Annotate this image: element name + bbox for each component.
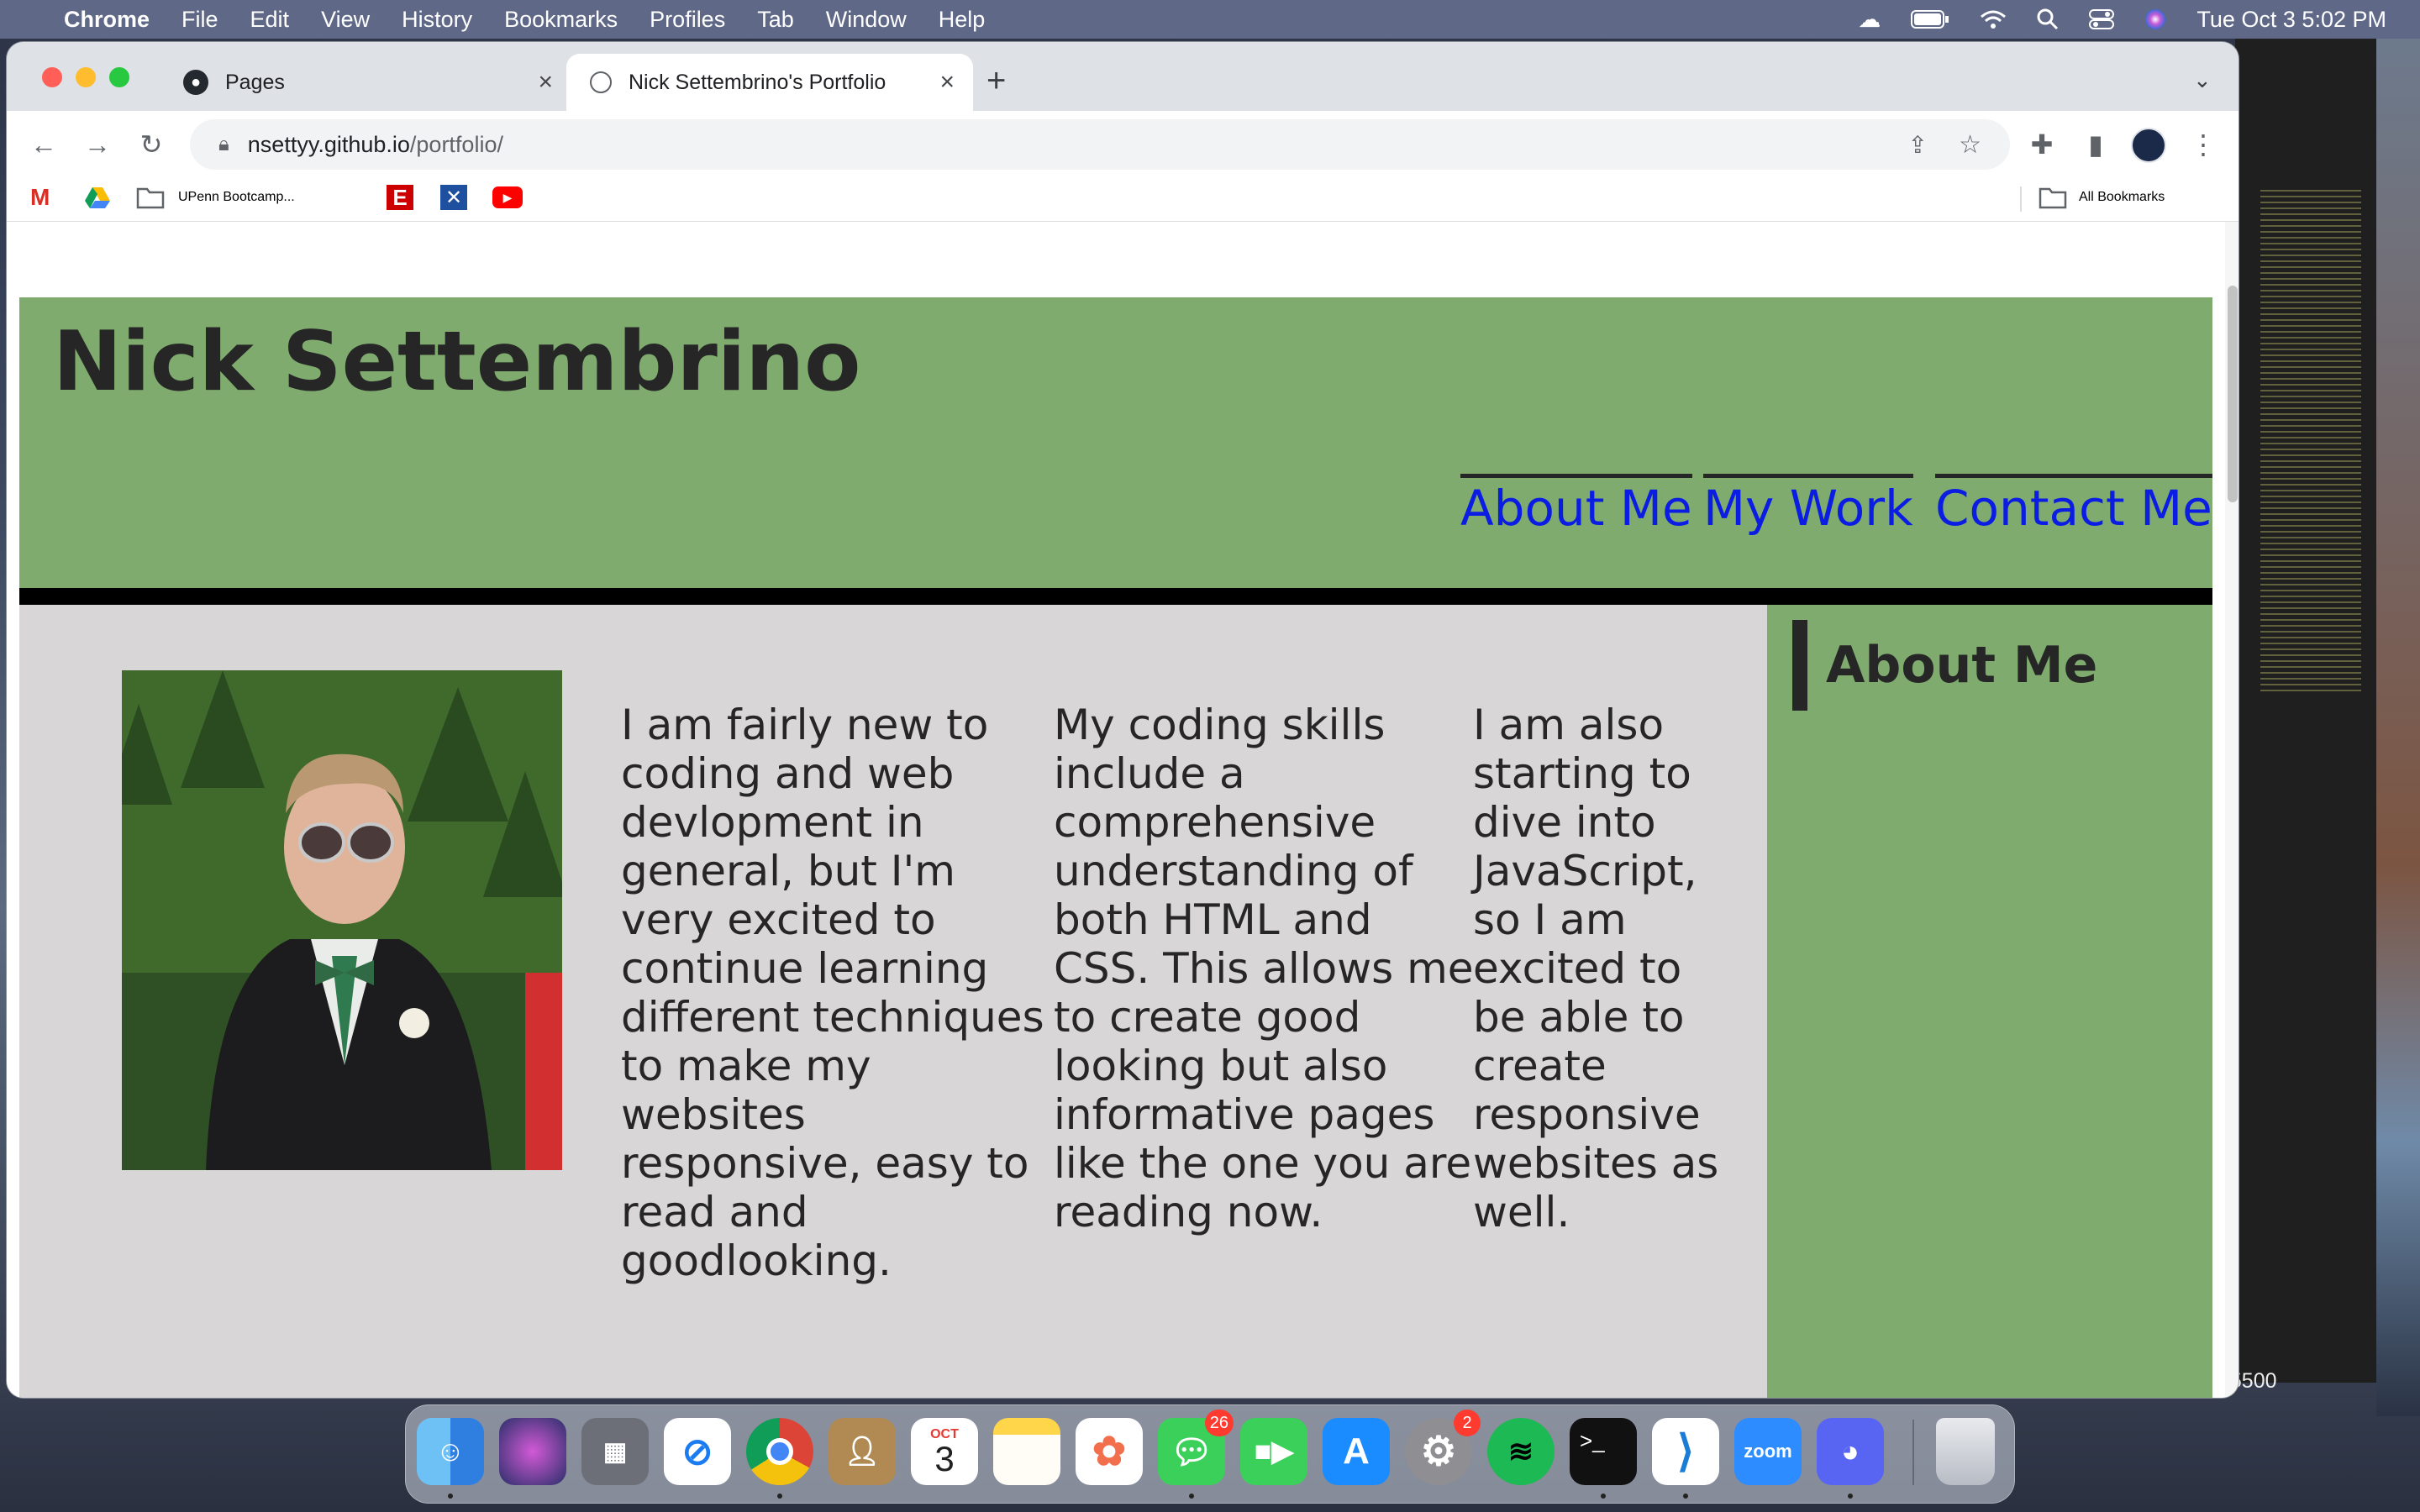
tab-title: Pages [225,70,285,94]
spotify-icon[interactable]: ≋ [1487,1418,1555,1485]
tab-pages[interactable]: ● Pages × [160,54,571,111]
google-drive-icon[interactable] [84,183,111,212]
site-header: Nick Settembrino About Me My Work Contac… [19,297,2212,588]
notes-icon[interactable] [993,1418,1060,1485]
bookmark-star-icon[interactable]: ☆ [1959,130,1981,160]
more-menu-icon[interactable]: ⋮ [2185,126,2222,163]
contacts-icon[interactable]: 👤︎ [829,1418,896,1485]
chrome-icon[interactable] [746,1418,813,1499]
control-center-icon[interactable] [2089,8,2115,30]
extensions-puzzle-icon[interactable]: ✚ [2023,126,2060,163]
menu-view[interactable]: View [321,7,370,33]
menu-edit[interactable]: Edit [250,7,290,33]
menu-datetime[interactable]: Tue Oct 3 5:02 PM [2196,7,2386,33]
menu-app-name[interactable]: Chrome [64,7,150,33]
globe-icon [590,71,612,93]
menu-bookmarks[interactable]: Bookmarks [504,7,618,33]
desktop-wallpaper [2376,39,2420,1416]
spotlight-search-icon[interactable] [2037,8,2059,30]
web-page: Nick Settembrino About Me My Work Contac… [7,222,2225,1398]
bookmarks-bar [7,173,2238,222]
lock-icon[interactable]: 🔒︎ [218,133,229,156]
calendar-day: 3 [934,1439,955,1478]
menu-bar: Chrome File Edit View History Bookmarks … [0,0,2420,39]
siri-icon[interactable] [2144,8,2166,30]
sidebar: About Me [1767,605,2212,1398]
creative-cloud-icon[interactable]: ☁ [1858,7,1881,33]
intro-paragraph: I am fairly new to coding and web devlop… [621,701,1044,1285]
launchpad-icon[interactable]: ▦ [581,1418,649,1485]
terminal-icon[interactable]: >_ [1570,1418,1637,1499]
share-icon[interactable]: ⇪ [1908,131,1928,159]
menu-history[interactable]: History [402,7,472,33]
menu-help[interactable]: Help [939,7,986,33]
sidebar-heading: About Me [1792,620,2097,711]
forward-arrow-icon[interactable]: → [79,126,116,163]
menu-file[interactable]: File [182,7,218,33]
maximize-window-button[interactable] [109,67,129,87]
new-tab-button[interactable]: + [986,62,1006,100]
messages-badge: 26 [1204,1410,1234,1436]
javascript-paragraph: I am also starting to dive into JavaScri… [1473,701,1719,1236]
close-tab-icon[interactable]: × [939,68,955,97]
tab-search-chevron-icon[interactable]: ⌄ [2193,67,2212,93]
chrome-window: ● Pages × Nick Settembrino's Portfolio ×… [7,42,2238,1398]
zoom-icon[interactable]: zoom [1734,1418,1802,1485]
site-title: Nick Settembrino [53,314,861,410]
nav-link-about-me[interactable]: About Me [1460,474,1692,537]
reload-icon[interactable]: ↻ [133,126,170,163]
skills-paragraph: My coding skills include a comprehensive… [1054,701,1474,1236]
gmail-icon[interactable]: M [30,183,50,212]
header-divider [19,588,2212,605]
system-settings-icon[interactable]: ⚙ 2 [1405,1410,1481,1485]
facetime-icon[interactable]: ■▶ [1240,1418,1307,1485]
vscode-icon[interactable]: ⟩ [1652,1418,1719,1499]
battery-icon[interactable] [1911,9,1949,29]
youtube-icon[interactable]: ▶ [492,186,523,208]
tab-portfolio[interactable]: Nick Settembrino's Portfolio × [566,54,973,111]
zoom-label: zoom [1744,1441,1792,1462]
menu-tab[interactable]: Tab [757,7,794,33]
menu-profiles[interactable]: Profiles [650,7,725,33]
siri-app-icon[interactable] [499,1418,566,1485]
scrollbar-thumb[interactable] [2228,286,2238,502]
espn-icon[interactable]: E [387,185,413,210]
profile-photo [122,670,562,1170]
folder-icon [136,183,165,212]
app-store-icon[interactable]: A [1323,1418,1390,1485]
bookmarks-divider [2020,186,2022,212]
messages-icon[interactable]: 💬︎ 26 [1158,1410,1234,1499]
discord-icon[interactable]: ◕ [1817,1418,1884,1499]
photos-icon[interactable]: ✿ [1076,1418,1143,1485]
menu-window[interactable]: Window [826,7,907,33]
side-panel-icon[interactable]: ▮ [2077,126,2114,163]
dock-divider [1912,1420,1914,1485]
bookmark-app-icon[interactable]: ✕ [440,185,467,210]
profile-avatar[interactable] [2131,128,2166,163]
code-editor-window [2235,39,2376,1383]
url-host: nsettyy.github.io [247,131,410,157]
safari-icon[interactable]: ⊘ [664,1418,731,1485]
bookmark-upenn-bootcamp[interactable]: UPenn Bootcamp... [178,183,295,212]
wifi-icon[interactable] [1980,9,2007,29]
about-section: I am fairly new to coding and web devlop… [19,605,1767,1398]
tab-title: Nick Settembrino's Portfolio [629,70,886,94]
github-icon: ● [183,70,208,95]
nav-link-my-work[interactable]: My Work [1703,474,1913,537]
all-bookmarks-button[interactable]: All Bookmarks [2079,183,2165,212]
close-tab-icon[interactable]: × [538,68,553,97]
calendar-icon[interactable]: OCT 3 [911,1418,978,1485]
settings-badge: 2 [1454,1410,1481,1436]
address-bar[interactable]: 🔒︎ nsettyy.github.io /portfolio/ ⇪ ☆ [190,119,2010,170]
folder-icon [2039,183,2067,212]
finder-icon[interactable]: ☺ [417,1418,484,1499]
url-path: /portfolio/ [409,131,503,157]
close-window-button[interactable] [42,67,62,87]
code-minimap [2260,190,2361,694]
back-arrow-icon[interactable]: ← [25,126,62,163]
nav-link-contact-me[interactable]: Contact Me [1935,474,2212,537]
trash-icon[interactable] [1936,1418,1995,1485]
minimize-window-button[interactable] [76,67,96,87]
